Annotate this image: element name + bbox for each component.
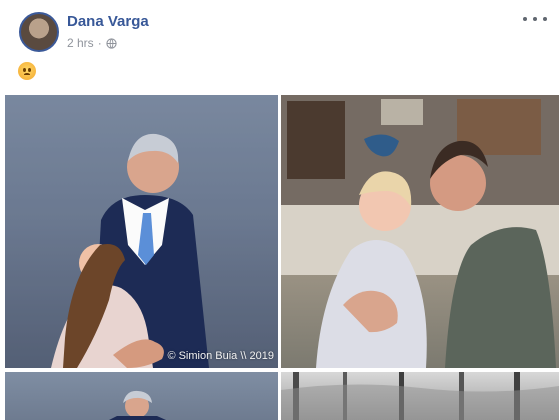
photo-1[interactable]: © Simion Buia \\ 2019 xyxy=(5,95,278,368)
photo-2[interactable] xyxy=(281,95,559,368)
photo-2-figure xyxy=(281,95,559,368)
dot-icon xyxy=(543,17,547,21)
meta-separator: · xyxy=(97,36,102,50)
photo-1-figure xyxy=(5,95,278,368)
author-avatar[interactable] xyxy=(19,12,59,52)
post-time[interactable]: 2 hrs xyxy=(67,36,94,50)
post-text xyxy=(18,62,36,85)
more-options-button[interactable] xyxy=(523,12,547,26)
photo-3-figure xyxy=(109,390,166,420)
dot-icon xyxy=(523,17,527,21)
post-header: Dana Varga 2 hrs · xyxy=(0,0,559,60)
photo-watermark: © Simion Buia \\ 2019 xyxy=(167,350,274,362)
post-meta: 2 hrs · xyxy=(67,36,117,50)
photo-4-figure xyxy=(281,372,559,420)
dot-icon xyxy=(533,17,537,21)
sad-face-emoji xyxy=(18,62,36,80)
photo-3[interactable] xyxy=(5,372,278,420)
photo-grid: © Simion Buia \\ 2019 xyxy=(5,95,559,420)
author-name[interactable]: Dana Varga xyxy=(67,13,149,30)
photo-4[interactable] xyxy=(281,372,559,420)
globe-icon[interactable] xyxy=(106,37,117,49)
